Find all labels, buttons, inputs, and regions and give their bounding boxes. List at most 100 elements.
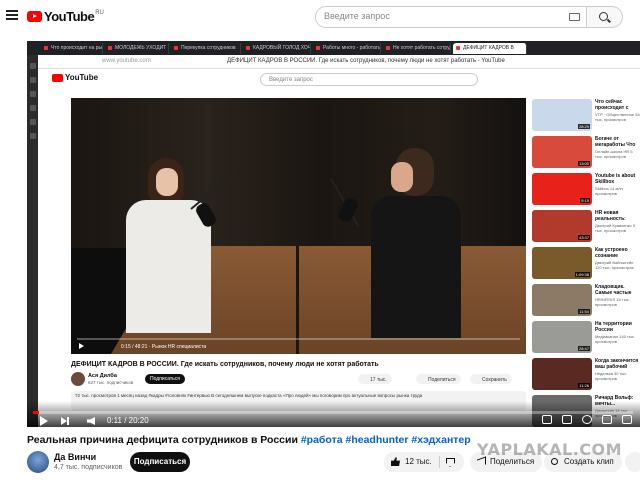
subtitles-icon[interactable] xyxy=(562,415,572,424)
inner-browser-tabbar: Что происходит на рынке МОЛОДЕЖЬ УХОДИТ … xyxy=(27,41,640,55)
scissors-icon xyxy=(551,458,558,465)
recommendation-meta: Онлайн-школа HR 5 тыс. просмотров xyxy=(595,149,633,159)
search-icon xyxy=(599,12,608,21)
progress-fill xyxy=(33,411,39,414)
recommendation-title: Кладовщик. Самые частые собеседования xyxy=(595,284,632,296)
fullscreen-icon[interactable] xyxy=(622,415,632,424)
like-count[interactable]: 12 тыс. xyxy=(405,457,432,466)
recommendation-item: 28:29 Что сейчас происходит с рынком труд… xyxy=(532,99,640,131)
channel-name[interactable]: Да Винчи xyxy=(54,452,96,462)
video-title: Реальная причина дефицита сотрудников в … xyxy=(27,434,471,446)
autoplay-icon[interactable] xyxy=(542,415,552,424)
recommendation-title: Что сейчас происходит с рынком труда? Ка… xyxy=(595,99,629,111)
channel-subscribers: 4,7 тыс. подписчиков xyxy=(54,464,123,471)
inner-play-button-icon xyxy=(79,343,84,349)
inner-channel-avatar xyxy=(71,372,85,386)
player-time: 0:11 / 20:20 xyxy=(107,416,149,425)
watermark: YAPLAKAL.COM xyxy=(477,440,623,459)
search-placeholder: Введите запрос xyxy=(324,11,390,21)
recommendation-meta: Неделька 30 тыс. просмотров xyxy=(595,371,628,381)
player-right-controls xyxy=(542,415,632,424)
search-button[interactable] xyxy=(587,6,623,28)
recommendation-item: 11:26 Когда закончится ваш рабочий день?Н… xyxy=(532,358,640,390)
recommendation-meta: Дмитрий Вайнштейн 120 тыс. просмотров xyxy=(595,260,634,270)
recommendation-duration: 5:15 xyxy=(580,198,590,203)
recommendation-duration: 28:47 xyxy=(577,346,590,351)
volume-icon[interactable] xyxy=(87,417,95,425)
logo-text: YouTube xyxy=(44,9,95,24)
recommendation-item: 43:37 HR новая реальность: мотивация, уво… xyxy=(532,210,640,242)
recommendation-title: Когда закончится ваш рабочий день? xyxy=(595,358,639,370)
youtube-logo[interactable]: YouTube RU xyxy=(27,9,104,24)
menu-icon[interactable] xyxy=(6,10,18,20)
recommendation-meta: Дмитрий Кравченко 5 тыс. просмотров xyxy=(595,223,635,233)
inner-tab: Что происходит на рынке xyxy=(41,43,103,54)
recommendation-thumbnail: 43:37 xyxy=(532,210,592,242)
recommendation-thumbnail: 11:54 xyxy=(532,284,592,316)
masthead: YouTube RU Введите запрос xyxy=(0,0,640,34)
inner-youtube-logo: YouTube xyxy=(52,73,98,82)
inner-video-frame: 0:15 / 48:21 · Рынок HR специалиста xyxy=(71,98,526,354)
inner-sidebar xyxy=(27,55,38,427)
video-player[interactable]: Что происходит на рынке МОЛОДЕЖЬ УХОДИТ … xyxy=(27,41,640,427)
inner-share: Поделиться xyxy=(416,374,461,384)
recommendation-title: Как устроено сознание типичного китайца xyxy=(595,247,628,259)
channel-avatar[interactable] xyxy=(27,451,49,473)
recommendation-duration: 11:54 xyxy=(578,309,590,314)
recommendation-duration: 43:37 xyxy=(577,235,590,240)
inner-search: Введите запрос xyxy=(260,73,478,86)
miniplayer-icon[interactable] xyxy=(602,415,612,424)
inner-tab: КАДРОВЫЙ ГОЛОД ХОЧ xyxy=(243,43,311,54)
inner-tab: МОЛОДЕЖЬ УХОДИТ xyxy=(105,43,169,54)
recommendation-title: Богаче от мегаработы Что ожидает... xyxy=(595,136,636,148)
recommendation-duration: 1:09:38 xyxy=(574,272,590,277)
progress-bar[interactable] xyxy=(33,411,633,414)
recommendation-item: 28:47 На территории России действует...Ме… xyxy=(532,321,640,353)
inner-save: Сохранить xyxy=(470,374,512,384)
inner-tab-active: ДЕФИЦИТ КАДРОВ В xyxy=(453,43,527,54)
next-icon[interactable] xyxy=(61,417,69,425)
play-icon[interactable] xyxy=(40,416,48,426)
recommendation-title: Youtube is about Skillbox xyxy=(595,173,636,185)
recommendation-thumbnail: 13:00 xyxy=(532,136,592,168)
guest-woman-white xyxy=(126,158,211,333)
recommendation-thumbnail: 1:09:38 xyxy=(532,247,592,279)
more-actions-button[interactable] xyxy=(625,452,640,472)
inner-likes: 17 тыс. xyxy=(358,374,392,384)
inner-logo-text: YouTube xyxy=(65,73,99,82)
search-input[interactable]: Введите запрос xyxy=(315,6,587,28)
inner-play-icon xyxy=(52,73,63,82)
divider xyxy=(439,456,440,468)
host-woman-black xyxy=(351,148,461,338)
inner-video-controls: 0:15 / 48:21 · Рынок HR специалиста xyxy=(71,338,526,354)
recommendation-item: 11:54 Кладовщик. Самые частые собеседован… xyxy=(532,284,640,316)
inner-video-title: ДЕФИЦИТ КАДРОВ В РОССИИ. Где искать сотр… xyxy=(71,361,379,368)
inner-page-title: ДЕФИЦИТ КАДРОВ В РОССИИ. Где искать сотр… xyxy=(227,58,505,64)
inner-youtube-page: YouTube Введите запрос 0:15 / 48:21 · Ры… xyxy=(38,69,640,427)
inner-channel-name: Ася Дилба xyxy=(88,373,117,379)
inner-url: www.youtube.com xyxy=(102,58,151,64)
like-icon[interactable] xyxy=(391,457,400,466)
dislike-icon[interactable] xyxy=(446,458,455,467)
recommendation-thumbnail: 28:47 xyxy=(532,321,592,353)
inner-channel-subs: 627 тыс. подписчиков xyxy=(88,380,134,385)
recommendation-duration: 28:29 xyxy=(577,124,590,129)
video-hashtags[interactable]: #работа #headhunter #хэдхантер xyxy=(301,434,471,446)
inner-video-time: 0:15 / 48:21 · Рынок HR специалиста xyxy=(121,344,207,350)
player-controls: 0:11 / 20:20 xyxy=(27,401,640,427)
logo-region: RU xyxy=(95,9,104,16)
inner-subscribe: Подписаться xyxy=(145,374,185,384)
keyboard-icon[interactable] xyxy=(569,13,580,21)
recommendation-item: 1:09:38 Как устроено сознание типичного к… xyxy=(532,247,640,279)
inner-address-bar: www.youtube.com ДЕФИЦИТ КАДРОВ В РОССИИ.… xyxy=(27,55,640,69)
youtube-play-icon xyxy=(27,11,42,22)
recommendation-meta: Skillbox 14 млн просмотров xyxy=(595,186,623,196)
recommendation-thumbnail: 11:26 xyxy=(532,358,592,390)
recommendation-meta: HRINFEKS 18 тыс. просмотров xyxy=(595,297,630,307)
video-title-text: Реальная причина дефицита сотрудников в … xyxy=(27,434,301,446)
settings-icon[interactable] xyxy=(582,415,592,424)
recommendation-thumbnail: 28:29 xyxy=(532,99,592,131)
recommendation-title: HR новая реальность: мотивация, увольнен… xyxy=(595,210,626,222)
subscribe-button[interactable]: Подписаться xyxy=(130,452,190,472)
recommendation-duration: 11:26 xyxy=(578,383,590,388)
